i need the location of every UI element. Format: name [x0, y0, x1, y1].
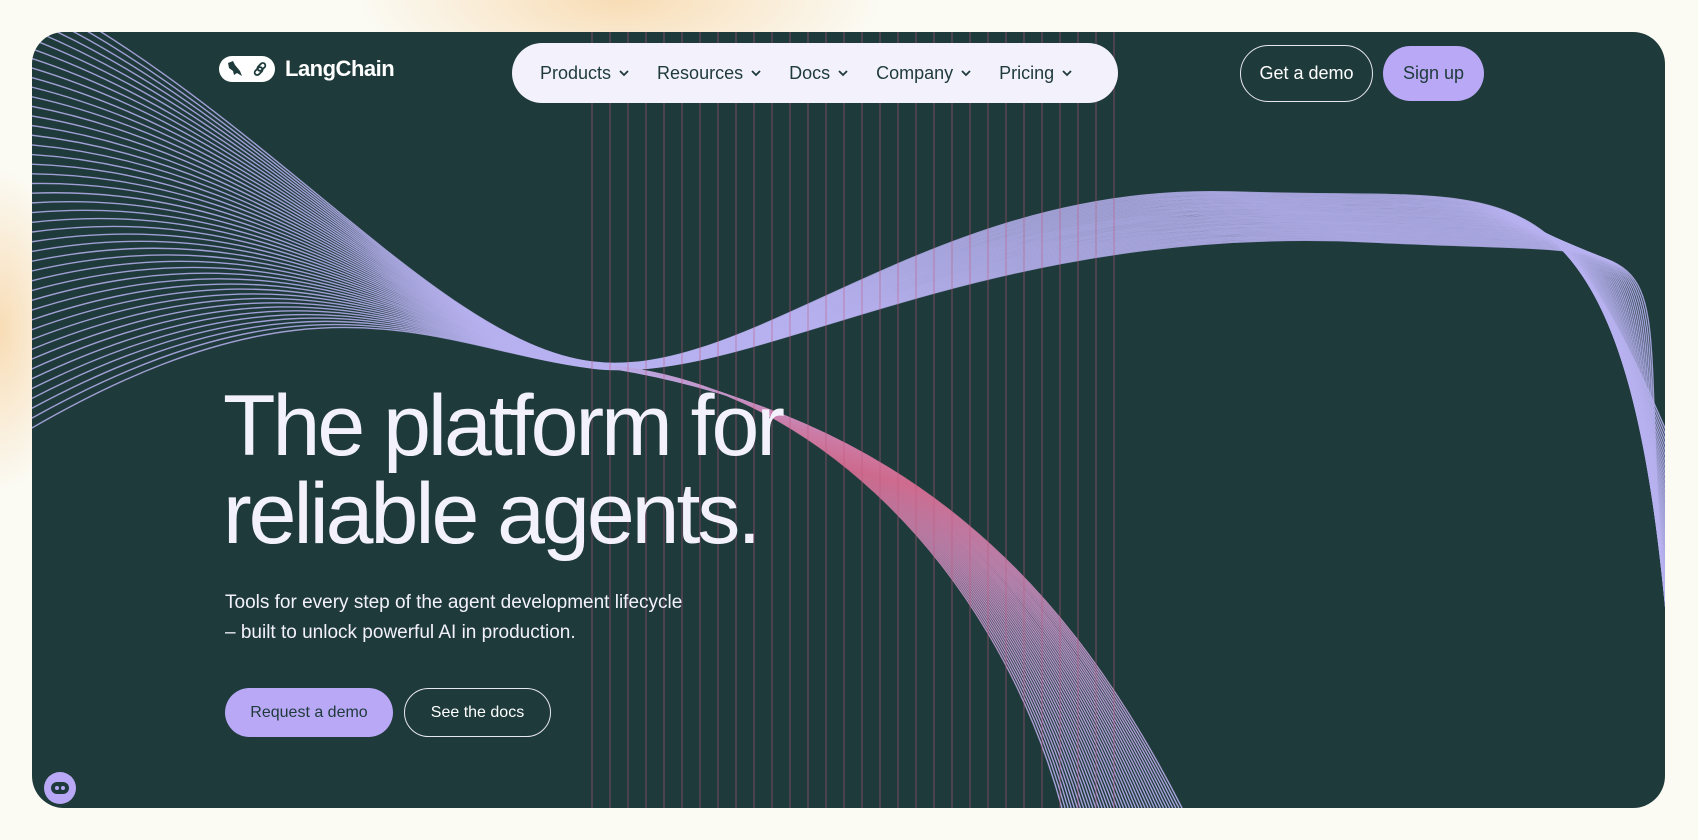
nav-item-docs[interactable]: Docs: [789, 63, 850, 84]
chevron-down-icon: [619, 70, 629, 77]
bird-icon: [228, 61, 242, 76]
chevron-down-icon: [1062, 70, 1072, 77]
chevron-down-icon: [751, 70, 761, 77]
nav-item-company[interactable]: Company: [876, 63, 973, 84]
nav-item-label: Resources: [657, 62, 744, 83]
chat-widget-icon: [51, 782, 69, 794]
nav-item-pricing[interactable]: Pricing: [999, 63, 1074, 84]
nav-item-label: Docs: [789, 62, 831, 83]
see-docs-label: See the docs: [430, 703, 525, 721]
chevron-down-icon: [961, 70, 971, 77]
brand-name: LangChain: [285, 56, 395, 81]
brand-logo[interactable]: LangChain: [219, 56, 395, 82]
sign-up-label: Sign up: [1402, 63, 1465, 83]
request-demo-label: Request a demo: [250, 703, 368, 721]
get-demo-label: Get a demo: [1259, 63, 1354, 83]
main-nav: Products Resources Docs Company Pricing: [512, 43, 1118, 103]
nav-item-label: Products: [540, 62, 612, 83]
subtext-line-2: – built to unlock powerful AI in product…: [225, 622, 576, 643]
get-demo-button[interactable]: Get a demo: [1240, 45, 1373, 102]
sign-up-button[interactable]: Sign up: [1383, 46, 1484, 101]
link-icon: [253, 62, 267, 76]
logo-mark: [219, 56, 275, 82]
chevron-down-icon: [838, 70, 848, 77]
request-demo-button[interactable]: Request a demo: [225, 688, 393, 737]
hero-section: LangChain Products Resources Docs Compan…: [32, 32, 1665, 808]
headline-line-1: The platform for: [223, 378, 785, 474]
chat-widget-button[interactable]: [44, 772, 76, 804]
nav-item-resources[interactable]: Resources: [657, 63, 763, 84]
hero-subtext: Tools for every step of the agent develo…: [225, 588, 745, 648]
nav-item-products[interactable]: Products: [540, 63, 631, 84]
nav-item-label: Pricing: [999, 62, 1055, 83]
nav-item-label: Company: [876, 62, 954, 83]
see-docs-button[interactable]: See the docs: [404, 688, 551, 737]
headline-line-2: reliable agents.: [223, 466, 761, 562]
hero-headline: The platform for reliable agents.: [223, 382, 785, 558]
subtext-line-1: Tools for every step of the agent develo…: [225, 592, 683, 613]
